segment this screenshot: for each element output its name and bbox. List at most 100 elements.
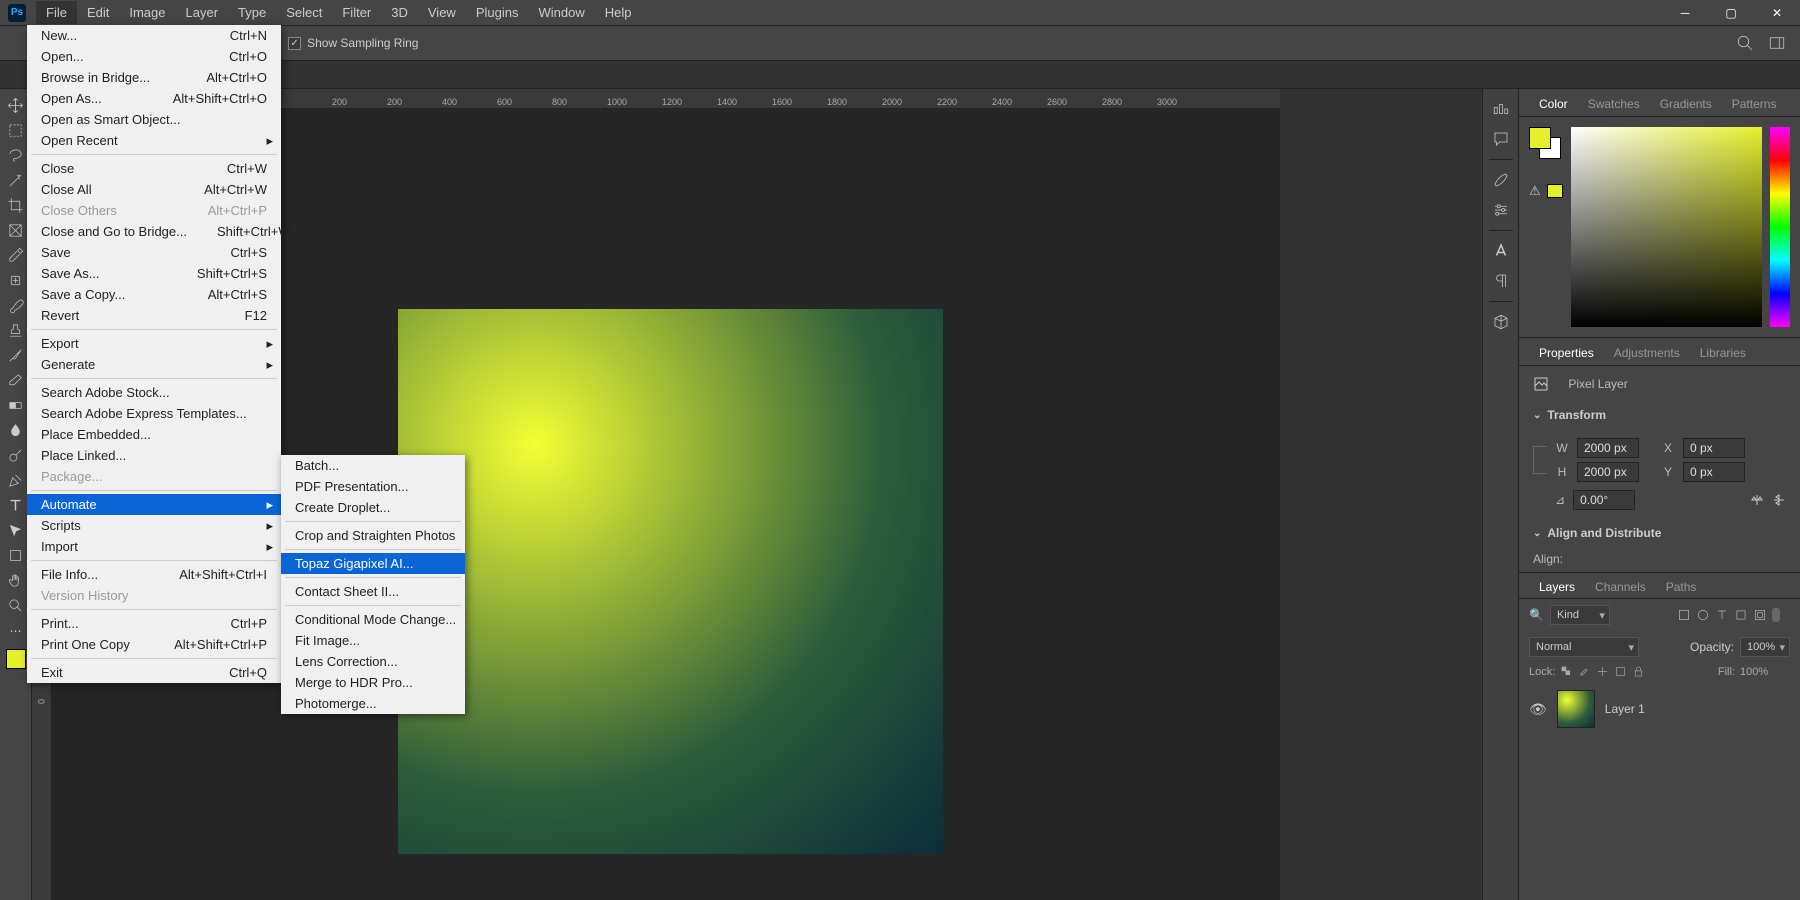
menuitem-save-a-copy-[interactable]: Save a Copy...Alt+Ctrl+S (27, 284, 281, 305)
lock-transparency-icon[interactable] (1560, 665, 1573, 678)
align-section[interactable]: ⌄Align and Distribute (1519, 520, 1800, 546)
menuitem-save-as-[interactable]: Save As...Shift+Ctrl+S (27, 263, 281, 284)
menuitem-batch-[interactable]: Batch... (281, 455, 465, 476)
tab-properties[interactable]: Properties (1529, 341, 1604, 365)
lock-artboard-icon[interactable] (1614, 665, 1627, 678)
y-input[interactable]: 0 px (1683, 462, 1745, 482)
stamp-tool[interactable] (2, 318, 30, 343)
menuitem-version-history[interactable]: Version History (27, 585, 281, 606)
menuitem-place-embedded-[interactable]: Place Embedded... (27, 424, 281, 445)
blur-tool[interactable] (2, 418, 30, 443)
tab-patterns[interactable]: Patterns (1722, 92, 1787, 116)
workspace-icon[interactable] (1768, 34, 1786, 52)
menuitem-file-info-[interactable]: File Info...Alt+Shift+Ctrl+I (27, 564, 281, 585)
canvas[interactable] (398, 309, 943, 854)
menuitem-lens-correction-[interactable]: Lens Correction... (281, 651, 465, 672)
eraser-tool[interactable] (2, 368, 30, 393)
menu-view[interactable]: View (418, 1, 466, 24)
visibility-icon[interactable]: 👁 (1529, 701, 1547, 718)
filter-pixel-icon[interactable] (1677, 608, 1691, 622)
menuitem-package-[interactable]: Package... (27, 466, 281, 487)
menuitem-search-adobe-stock-[interactable]: Search Adobe Stock... (27, 382, 281, 403)
lasso-tool[interactable] (2, 143, 30, 168)
crop-tool[interactable] (2, 193, 30, 218)
eyedropper-tool[interactable] (2, 243, 30, 268)
color-field[interactable] (1571, 127, 1762, 327)
3d-icon[interactable] (1487, 308, 1515, 336)
path-tool[interactable] (2, 518, 30, 543)
shape-tool[interactable] (2, 543, 30, 568)
sliders-icon[interactable] (1487, 196, 1515, 224)
gradient-tool[interactable] (2, 393, 30, 418)
tab-layers[interactable]: Layers (1529, 576, 1585, 598)
lock-all-icon[interactable] (1632, 665, 1645, 678)
menuitem-export[interactable]: Export▸ (27, 333, 281, 354)
hue-slider[interactable] (1770, 127, 1790, 327)
menuitem-generate[interactable]: Generate▸ (27, 354, 281, 375)
brushes-icon[interactable] (1487, 166, 1515, 194)
menuitem-browse-in-bridge-[interactable]: Browse in Bridge...Alt+Ctrl+O (27, 67, 281, 88)
menu-image[interactable]: Image (119, 1, 175, 24)
tab-swatches[interactable]: Swatches (1578, 92, 1650, 116)
menuitem-import[interactable]: Import▸ (27, 536, 281, 557)
layer-label[interactable]: Layer 1 (1605, 702, 1645, 716)
marquee-tool[interactable] (2, 118, 30, 143)
menuitem-open-[interactable]: Open...Ctrl+O (27, 46, 281, 67)
hand-tool[interactable] (2, 568, 30, 593)
layer-thumbnail[interactable] (1557, 690, 1595, 728)
menuitem-revert[interactable]: RevertF12 (27, 305, 281, 326)
menu-filter[interactable]: Filter (332, 1, 381, 24)
transform-section[interactable]: ⌄Transform (1519, 402, 1800, 428)
tab-gradients[interactable]: Gradients (1650, 92, 1722, 116)
width-input[interactable]: 2000 px (1577, 438, 1639, 458)
search-icon[interactable] (1736, 34, 1754, 52)
menu-window[interactable]: Window (528, 1, 594, 24)
wand-tool[interactable] (2, 168, 30, 193)
menuitem-exit[interactable]: ExitCtrl+Q (27, 662, 281, 683)
close-button[interactable]: ✕ (1754, 0, 1800, 25)
filter-smart-icon[interactable] (1753, 608, 1767, 622)
menu-file[interactable]: File (36, 1, 77, 24)
fill-input[interactable]: 100% (1740, 666, 1790, 678)
filter-shape-icon[interactable] (1734, 608, 1748, 622)
paragraph-icon[interactable] (1487, 267, 1515, 295)
menu-help[interactable]: Help (595, 1, 642, 24)
gamut-warning-icon[interactable]: ⚠ (1529, 183, 1541, 199)
type-tool[interactable] (2, 493, 30, 518)
x-input[interactable]: 0 px (1683, 438, 1745, 458)
opacity-input[interactable]: 100% (1740, 637, 1790, 657)
lock-position-icon[interactable] (1596, 665, 1609, 678)
angle-input[interactable]: 0.00° (1573, 490, 1635, 510)
frame-tool[interactable] (2, 218, 30, 243)
healing-tool[interactable] (2, 268, 30, 293)
menuitem-print-one-copy[interactable]: Print One CopyAlt+Shift+Ctrl+P (27, 634, 281, 655)
show-sampling-ring-checkbox[interactable]: ✓Show Sampling Ring (288, 36, 418, 50)
more-tools[interactable]: ⋯ (2, 618, 30, 643)
layer-filter-dropdown[interactable]: Kind (1550, 605, 1610, 625)
link-wh-icon[interactable] (1533, 446, 1547, 474)
zoom-tool[interactable] (2, 593, 30, 618)
menuitem-pdf-presentation-[interactable]: PDF Presentation... (281, 476, 465, 497)
tab-adjustments[interactable]: Adjustments (1604, 341, 1690, 365)
menuitem-automate[interactable]: Automate▸ (27, 494, 281, 515)
layer-row[interactable]: 👁 Layer 1 (1519, 684, 1800, 734)
menu-layer[interactable]: Layer (176, 1, 229, 24)
menuitem-crop-and-straighten-photos[interactable]: Crop and Straighten Photos (281, 525, 465, 546)
menuitem-new-[interactable]: New...Ctrl+N (27, 25, 281, 46)
menuitem-fit-image-[interactable]: Fit Image... (281, 630, 465, 651)
menuitem-place-linked-[interactable]: Place Linked... (27, 445, 281, 466)
maximize-button[interactable]: ▢ (1708, 0, 1754, 25)
flip-h-icon[interactable] (1750, 493, 1764, 507)
menu-edit[interactable]: Edit (77, 1, 119, 24)
adjustments-icon[interactable] (1487, 95, 1515, 123)
pen-tool[interactable] (2, 468, 30, 493)
history-brush-tool[interactable] (2, 343, 30, 368)
menuitem-topaz-gigapixel-ai-[interactable]: Topaz Gigapixel AI... (281, 553, 465, 574)
menuitem-photomerge-[interactable]: Photomerge... (281, 693, 465, 714)
menuitem-close-and-go-to-bridge-[interactable]: Close and Go to Bridge...Shift+Ctrl+W (27, 221, 281, 242)
menuitem-close-others[interactable]: Close OthersAlt+Ctrl+P (27, 200, 281, 221)
filter-type-icon[interactable] (1715, 608, 1729, 622)
fg-bg-swatches[interactable] (1529, 127, 1561, 159)
menuitem-close-all[interactable]: Close AllAlt+Ctrl+W (27, 179, 281, 200)
menu-3d[interactable]: 3D (381, 1, 418, 24)
